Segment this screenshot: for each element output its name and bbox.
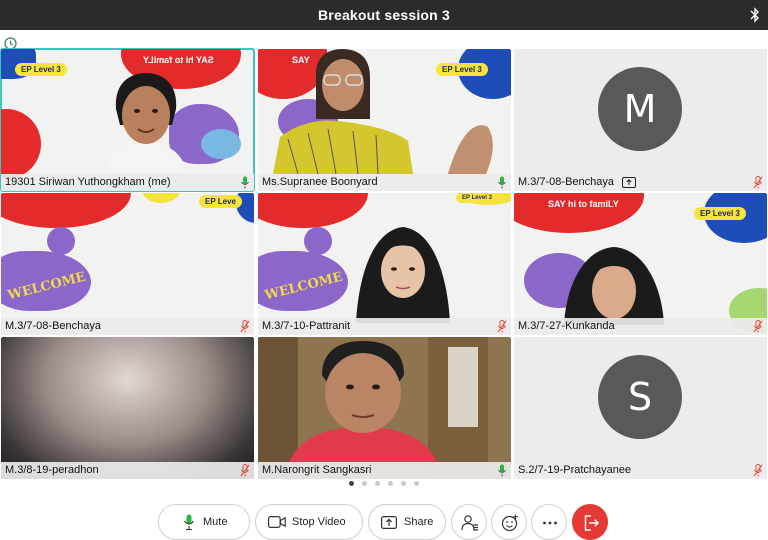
participant-name: M.3/7-08-Benchaya [5,320,101,332]
participant-video [106,73,186,171]
smiley-icon [501,514,518,532]
participant-name: 19301 Siriwan Yuthongkham (me) [5,176,171,188]
mute-label: Mute [203,516,228,528]
say-hi-text: SAY hi to famiLY [548,199,619,209]
name-bar: S.2/7-19-Pratchayanee [514,462,767,479]
page-dot[interactable] [388,481,393,486]
video-tile[interactable]: EP Level 3 WELCOME M.3/7-10-Pattranit [258,193,511,335]
ep-level-badge: EP Level 3 [694,207,746,220]
name-bar: M.3/7-10-Pattranit [258,318,511,335]
share-button[interactable]: Share [368,504,446,540]
participant-name: M.3/7-08-Benchaya [518,176,614,188]
name-bar: M.3/7-08-Benchaya [514,174,767,191]
page-dot[interactable] [375,481,380,486]
bg-shape [448,347,478,427]
mic-on-icon [498,176,506,189]
participant-video [564,247,664,325]
ep-level-badge: EP Level 3 [456,193,498,203]
page-dot[interactable] [349,481,354,486]
video-tile[interactable]: S S.2/7-19-Pratchayanee [514,337,767,479]
name-bar: M.Narongrit Sangkasri [258,462,511,479]
title-bar: Breakout session 3 [0,0,768,30]
meeting-toolbar: Mute Stop Video Share [0,502,768,540]
participant-video [288,341,438,465]
more-button[interactable] [531,504,567,540]
mic-muted-icon [753,464,763,477]
bg-shape [141,193,181,203]
name-bar: 19301 Siriwan Yuthongkham (me) [1,174,254,191]
ep-level-badge: EP Leve [199,195,242,208]
video-tile[interactable]: SAY EP Level 3 Ms.Supranee Boonyard [258,49,511,191]
reactions-button[interactable] [491,504,527,540]
say-hi-text: SAY hi to famiLY [143,55,214,65]
video-camera-icon [268,516,286,528]
name-bar: M.3/7-08-Benchaya [1,318,254,335]
bg-shape [1,193,131,228]
video-tile[interactable]: M.Narongrit Sangkasri [258,337,511,479]
page-indicator[interactable] [0,481,768,487]
mic-muted-icon [753,320,763,333]
bg-shape [201,129,241,159]
video-tile[interactable]: M M.3/7-08-Benchaya [514,49,767,191]
video-tile-me[interactable]: SAY hi to famiLY EP Level 3 19301 Siriwa… [0,48,255,192]
page-dot[interactable] [401,481,406,486]
share-screen-icon [381,516,397,529]
participants-button[interactable] [451,504,487,540]
window-title: Breakout session 3 [318,7,450,23]
participant-name: M.3/8-19-peradhon [5,464,99,476]
leave-button[interactable] [572,504,608,540]
more-icon [543,521,557,525]
mic-muted-icon [497,320,507,333]
name-bar: M.3/7-27-Kunkanda [514,318,767,335]
participants-icon [461,515,478,531]
page-dot[interactable] [362,481,367,486]
mic-muted-icon [753,176,763,189]
video-tile[interactable]: SAY hi to famiLY EP Level 3 M.3/7-27-Kun… [514,193,767,335]
participant-name: M.Narongrit Sangkasri [262,464,372,476]
participant-name: M.3/7-10-Pattranit [262,320,351,332]
name-bar: Ms.Supranee Boonyard [258,174,511,191]
mic-on-icon [498,464,506,477]
mic-on-icon [241,176,249,189]
bluetooth-icon [750,7,759,23]
bg-shape [304,227,332,255]
participant-video [356,227,450,323]
video-tile[interactable]: M.3/8-19-peradhon [1,337,254,479]
share-label: Share [404,516,434,528]
participant-name: S.2/7-19-Pratchayanee [518,464,632,476]
participant-video [273,49,493,174]
avatar: M [598,67,682,151]
screen-share-icon [622,177,636,188]
bg-shape [1,109,41,179]
participant-name: M.3/7-27-Kunkanda [518,320,615,332]
mic-icon [184,514,194,530]
page-dot[interactable] [414,481,419,486]
participant-name: Ms.Supranee Boonyard [262,176,378,188]
video-tile[interactable]: EP Leve WELCOME M.3/7-08-Benchaya [1,193,254,335]
bg-shape [47,227,75,255]
name-bar: M.3/8-19-peradhon [1,462,254,479]
avatar: S [598,355,682,439]
stop-video-button[interactable]: Stop Video [255,504,363,540]
stop-video-label: Stop Video [292,516,346,528]
leave-icon [584,515,599,531]
mute-button[interactable]: Mute [158,504,250,540]
ep-level-badge: EP Level 3 [15,63,67,76]
mic-muted-icon [240,464,250,477]
mic-muted-icon [240,320,250,333]
